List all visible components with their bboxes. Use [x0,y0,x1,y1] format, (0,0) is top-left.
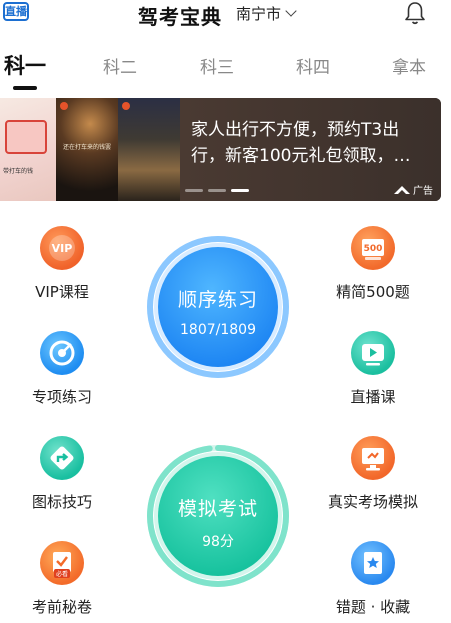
vip-course-button[interactable]: VIP VIP课程 [7,226,117,302]
carousel-dot[interactable] [185,189,203,192]
banner-thumbnail [118,98,180,201]
tab-subject-2[interactable]: 科二 [103,53,137,78]
ad-banner[interactable]: 带打车的钱 还在打车来的钱罢 家人出行不方便，预约T3出 行，新客100元礼包领… [0,98,441,201]
order-practice-progress: 1807/1809 [180,322,256,338]
mock-exam-score: 98分 [202,534,234,550]
vip-course-label: VIP课程 [35,283,89,301]
app-title: 驾考宝典 [138,5,222,29]
wrong-and-favorites-label: 错题 · 收藏 [335,598,411,616]
road-sign-icon [40,436,84,480]
live-badge-button[interactable]: 直播 [3,2,29,21]
banner-headline: 家人出行不方便，预约T3出 行，新客100元礼包领取，… [191,120,411,166]
active-tab-indicator [13,86,37,90]
svg-text:必看: 必看 [56,570,68,578]
bell-icon[interactable] [402,0,428,26]
tab-subject-3[interactable]: 科三 [200,53,234,78]
select-500-button[interactable]: 500 精简500题 [318,226,428,302]
monitor-icon [351,436,395,480]
tab-subject-1[interactable]: 科一 [4,50,46,80]
video-play-icon [351,331,395,375]
book-500-icon: 500 [351,226,395,270]
chevron-down-icon [285,5,297,17]
city-selector[interactable]: 南宁市 [236,3,297,24]
carousel-dot[interactable] [208,189,226,192]
real-exam-sim-button[interactable]: 真实考场模拟 [318,436,428,512]
order-practice-core: 顺序练习 1807/1809 [158,247,278,367]
banner-thumbnail: 带打车的钱 [0,98,56,201]
vip-icon: VIP [40,226,84,270]
bookmark-star-icon [351,541,395,585]
target-icon [40,331,84,375]
checklist-icon: 必看 [40,541,84,585]
ad-label: 广告 [394,182,433,197]
top-header: 直播 驾考宝典 南宁市 [0,0,451,30]
mock-exam-button[interactable]: 模拟考试 98分 [146,444,290,588]
banner-text-panel: 家人出行不方便，预约T3出 行，新客100元礼包领取，… 广告 [180,98,441,201]
banner-thumbnail: 还在打车来的钱罢 [56,98,118,201]
exam-secret-paper-button[interactable]: 必看 考前秘卷 [7,541,117,617]
real-exam-sim-label: 真实考场模拟 [327,493,418,511]
sign-tips-label: 图标技巧 [31,493,92,511]
order-practice-button[interactable]: 顺序练习 1807/1809 [146,235,290,379]
advertiser-logo-icon [394,185,410,194]
order-practice-label: 顺序练习 [177,289,258,311]
svg-text:500: 500 [364,244,383,254]
special-practice-button[interactable]: 专项练习 [7,331,117,407]
select-500-label: 精简500题 [336,283,410,301]
tab-subject-4[interactable]: 科四 [296,53,330,78]
live-class-button[interactable]: 直播课 [318,331,428,407]
live-class-label: 直播课 [350,388,396,406]
exam-secret-paper-label: 考前秘卷 [31,598,92,616]
wrong-and-favorites-button[interactable]: 错题 · 收藏 [318,541,428,617]
carousel-dots [185,189,249,192]
tab-get-license[interactable]: 拿本 [392,53,426,78]
mock-exam-label: 模拟考试 [177,498,258,520]
sign-tips-button[interactable]: 图标技巧 [7,436,117,512]
special-practice-label: 专项练习 [31,388,92,406]
carousel-dot[interactable] [231,189,249,192]
svg-text:VIP: VIP [52,242,73,255]
mock-exam-core: 模拟考试 98分 [158,456,278,576]
city-label: 南宁市 [236,5,282,23]
subject-tabs: 科一 科二 科三 科四 拿本 [0,50,451,90]
